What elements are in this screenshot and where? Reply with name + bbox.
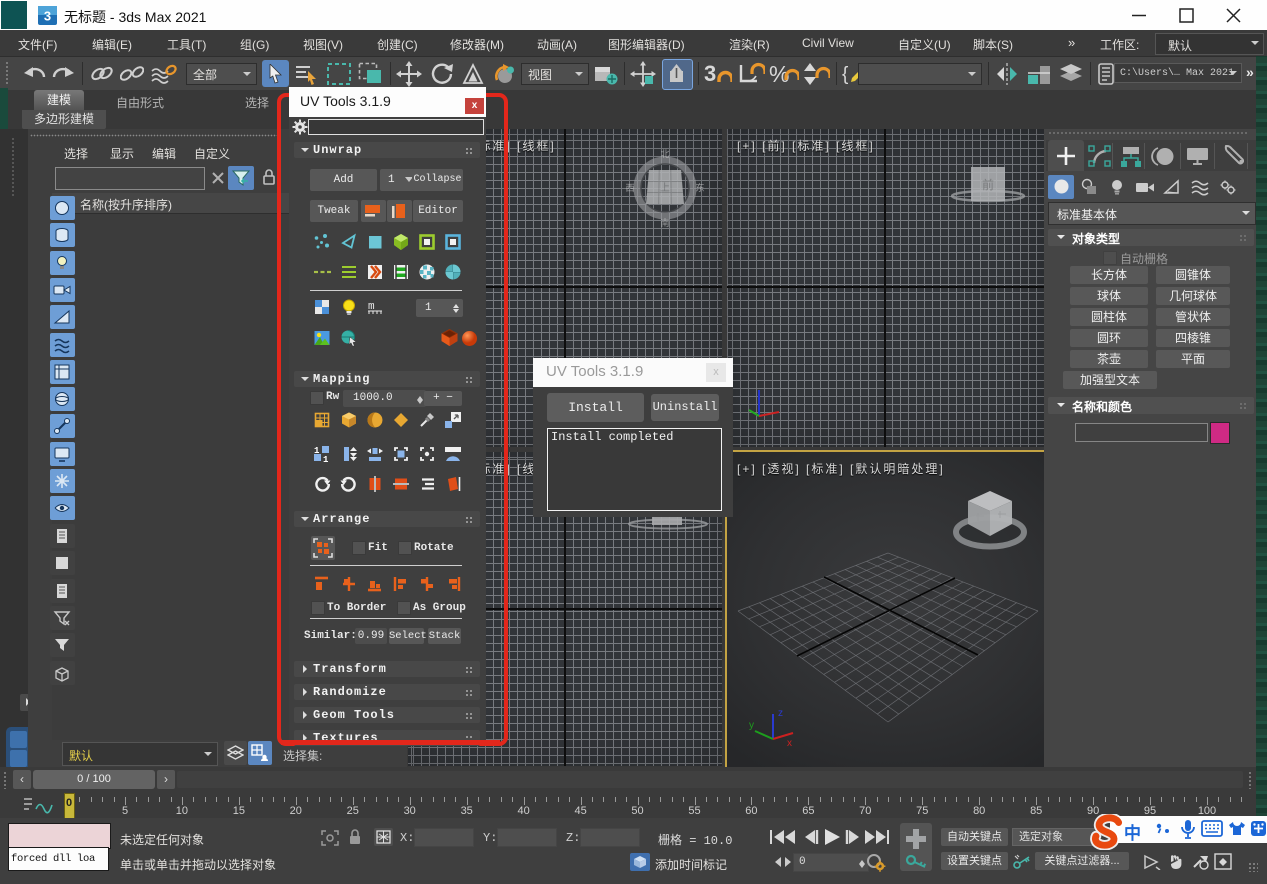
svg-text:y: y: [749, 720, 754, 731]
svg-text:x: x: [787, 738, 792, 749]
svg-text:上: 上: [660, 182, 670, 194]
svg-text:3: 3: [44, 9, 51, 24]
svg-text:前: 前: [982, 177, 994, 192]
svg-text:z: z: [778, 708, 783, 719]
svg-text:北: 北: [660, 149, 669, 159]
svg-text:1: 1: [323, 455, 329, 463]
svg-text:3: 3: [704, 61, 716, 86]
svg-text:南: 南: [660, 217, 669, 228]
svg-text:东: 东: [695, 182, 704, 193]
svg-text:{: {: [842, 64, 849, 85]
svg-text:西: 西: [625, 183, 634, 193]
